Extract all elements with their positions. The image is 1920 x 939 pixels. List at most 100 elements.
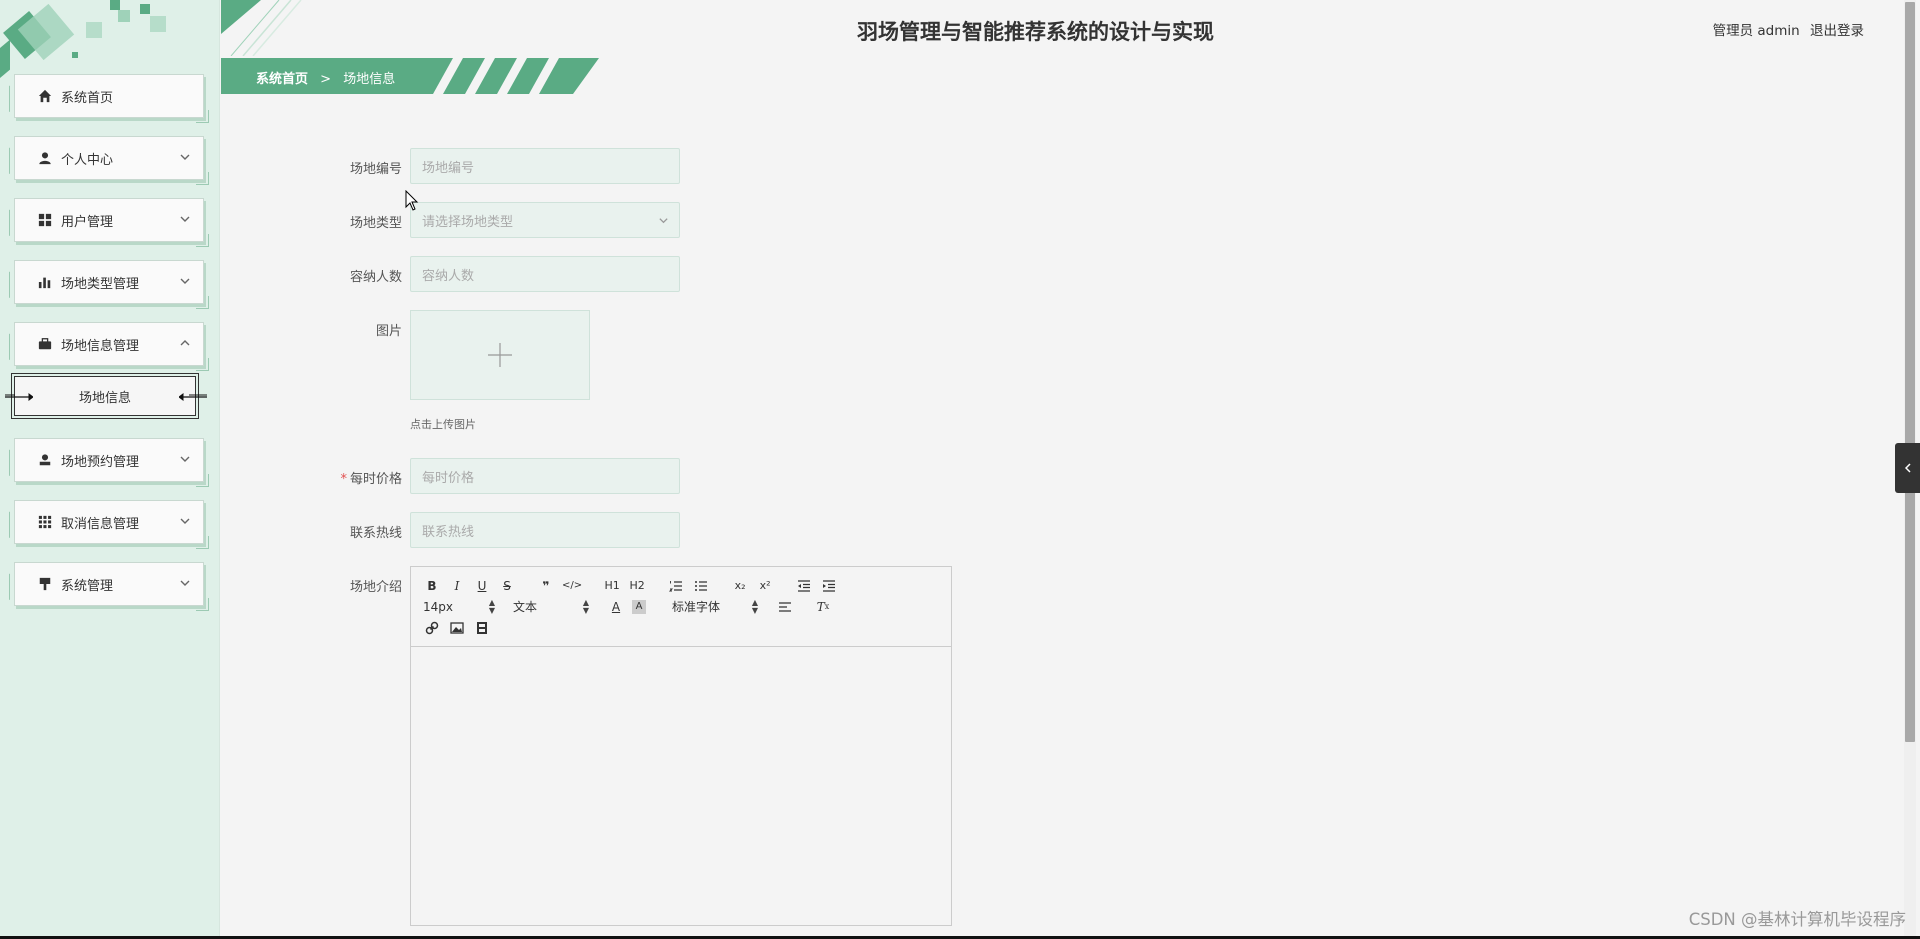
- breadcrumb-separator: >: [320, 72, 332, 87]
- chevron-down-icon: [179, 151, 191, 163]
- user-stamp-icon: [37, 452, 53, 468]
- form-row-intro: 场地介绍 B I U S ❞ </> H1 H2 x₂ x² 14px ▲ ▼ …: [340, 566, 952, 926]
- text-style-value: 文本: [513, 600, 538, 614]
- editor-content-area[interactable]: [411, 647, 951, 925]
- font-family-value: 标准字体: [672, 600, 721, 614]
- underline-button[interactable]: U: [473, 577, 491, 595]
- image-icon[interactable]: [448, 619, 466, 637]
- chevron-left-icon: [1904, 463, 1911, 473]
- sidebar-item-home[interactable]: 系统首页: [14, 74, 209, 123]
- bullet-list-icon[interactable]: [692, 577, 710, 595]
- venue-type-label: 场地类型: [349, 216, 402, 231]
- superscript-button[interactable]: x²: [756, 577, 774, 595]
- sidebar-item-label: 系统首页: [61, 90, 114, 106]
- ordered-list-icon[interactable]: [667, 577, 685, 595]
- code-button[interactable]: </>: [562, 577, 582, 595]
- subscript-button[interactable]: x₂: [731, 577, 749, 595]
- blockquote-button[interactable]: ❞: [537, 577, 555, 595]
- outdent-icon[interactable]: [795, 577, 813, 595]
- sidebar-item-label: 取消信息管理: [61, 516, 140, 532]
- h1-button[interactable]: H1: [603, 577, 621, 595]
- price-input[interactable]: 每时价格: [410, 458, 680, 494]
- briefcase-icon: [37, 336, 53, 352]
- sidebar-item-personal-center[interactable]: 个人中心: [14, 136, 209, 185]
- venue-no-input[interactable]: 场地编号: [410, 148, 680, 184]
- chevron-down-icon: [658, 215, 669, 226]
- align-icon[interactable]: [776, 598, 794, 616]
- form-row-image: 图片: [340, 310, 590, 400]
- font-size-select[interactable]: 14px ▲ ▼: [423, 598, 495, 616]
- link-icon[interactable]: [423, 619, 441, 637]
- editor-toolbar: B I U S ❞ </> H1 H2 x₂ x² 14px ▲ ▼ 文本 ▲ …: [411, 567, 951, 647]
- font-color-icon[interactable]: A: [607, 598, 625, 616]
- sidebar-decoration: [0, 0, 166, 78]
- chevron-down-icon: [179, 577, 191, 589]
- sidebar-subitem-label: 场地信息: [78, 390, 131, 406]
- hotline-label: 联系热线: [349, 526, 402, 541]
- clear-format-icon[interactable]: Tx: [814, 598, 832, 616]
- sidebar: 系统首页 个人中心 用户管理 场地类型管理 场地信息管理 场地信息 场地预约管理…: [0, 0, 220, 939]
- video-icon[interactable]: [473, 619, 491, 637]
- sidebar-menu: 系统首页 个人中心 用户管理 场地类型管理 场地信息管理 场地信息 场地预约管理…: [5, 74, 209, 624]
- updown-caret-icon: ▲ ▼: [488, 597, 495, 615]
- price-label: * 每时价格: [340, 458, 402, 487]
- chevron-down-icon: [179, 453, 191, 465]
- sidebar-item-system-management[interactable]: 系统管理: [14, 562, 209, 611]
- form-row-venue-no: 场地编号 场地编号: [340, 148, 680, 184]
- form-row-hotline: 联系热线 联系热线: [340, 512, 680, 548]
- font-family-select[interactable]: 标准字体 ▲ ▼: [672, 598, 758, 616]
- rich-text-editor: B I U S ❞ </> H1 H2 x₂ x² 14px ▲ ▼ 文本 ▲ …: [410, 566, 952, 926]
- breadcrumb-home[interactable]: 系统首页: [256, 72, 308, 87]
- chevron-up-icon: [179, 337, 191, 349]
- sidebar-item-venue-booking-management[interactable]: 场地预约管理: [14, 438, 209, 487]
- form-row-venue-type: 场地类型 请选择场地类型: [340, 202, 680, 238]
- font-size-value: 14px: [423, 599, 453, 614]
- price-label-text: 每时价格: [349, 472, 402, 487]
- sidebar-item-label: 场地预约管理: [61, 454, 140, 470]
- background-color-icon[interactable]: A: [632, 599, 646, 614]
- indent-icon[interactable]: [820, 577, 838, 595]
- updown-caret-icon: ▲ ▼: [751, 597, 758, 615]
- capacity-label: 容纳人数: [349, 270, 402, 285]
- apps-icon: [37, 514, 53, 530]
- sidebar-item-label: 场地信息管理: [61, 338, 140, 354]
- side-panel-toggle[interactable]: [1895, 443, 1920, 493]
- sidebar-item-label: 场地类型管理: [61, 276, 140, 292]
- user-icon: [37, 150, 53, 166]
- sidebar-item-label: 用户管理: [61, 214, 114, 230]
- form-row-price: * 每时价格 每时价格: [340, 458, 680, 494]
- vertical-scrollbar[interactable]: [1905, 2, 1915, 742]
- hotline-input[interactable]: 联系热线: [410, 512, 680, 548]
- updown-caret-icon: ▲ ▼: [582, 597, 589, 615]
- text-style-select[interactable]: 文本 ▲ ▼: [513, 598, 589, 616]
- home-icon: [37, 88, 53, 104]
- chevron-down-icon: [179, 213, 191, 225]
- strike-button[interactable]: S: [498, 577, 516, 595]
- image-upload[interactable]: [410, 310, 590, 400]
- sidebar-item-user-management[interactable]: 用户管理: [14, 198, 209, 247]
- venue-type-placeholder: 请选择场地类型: [422, 214, 514, 230]
- venue-type-select[interactable]: 请选择场地类型: [410, 202, 680, 238]
- italic-button[interactable]: I: [448, 577, 466, 595]
- breadcrumb-current: 场地信息: [343, 72, 396, 87]
- logout-link[interactable]: 退出登录: [1810, 23, 1864, 39]
- arrow-left-icon: [178, 391, 207, 401]
- page-title: 羽场管理与智能推荐系统的设计与实现: [857, 20, 1214, 44]
- mouse-cursor-icon: [405, 190, 419, 211]
- intro-label: 场地介绍: [349, 580, 402, 595]
- h2-button[interactable]: H2: [628, 577, 646, 595]
- bold-button[interactable]: B: [423, 577, 441, 595]
- grid-icon: [37, 212, 53, 228]
- sidebar-item-cancel-info-management[interactable]: 取消信息管理: [14, 500, 209, 549]
- sidebar-subitem-venue-info[interactable]: 场地信息: [5, 373, 207, 419]
- capacity-input[interactable]: 容纳人数: [410, 256, 680, 292]
- chevron-down-icon: [179, 275, 191, 287]
- sidebar-item-label: 个人中心: [61, 152, 114, 168]
- sidebar-item-venue-type-management[interactable]: 场地类型管理: [14, 260, 209, 309]
- required-mark: *: [340, 472, 347, 487]
- plus-icon: [488, 343, 512, 367]
- pin-icon: [37, 576, 53, 592]
- sidebar-item-venue-info-management[interactable]: 场地信息管理: [14, 322, 209, 371]
- venue-no-label: 场地编号: [349, 162, 402, 177]
- watermark: CSDN @基林计算机毕设程序: [1688, 910, 1906, 929]
